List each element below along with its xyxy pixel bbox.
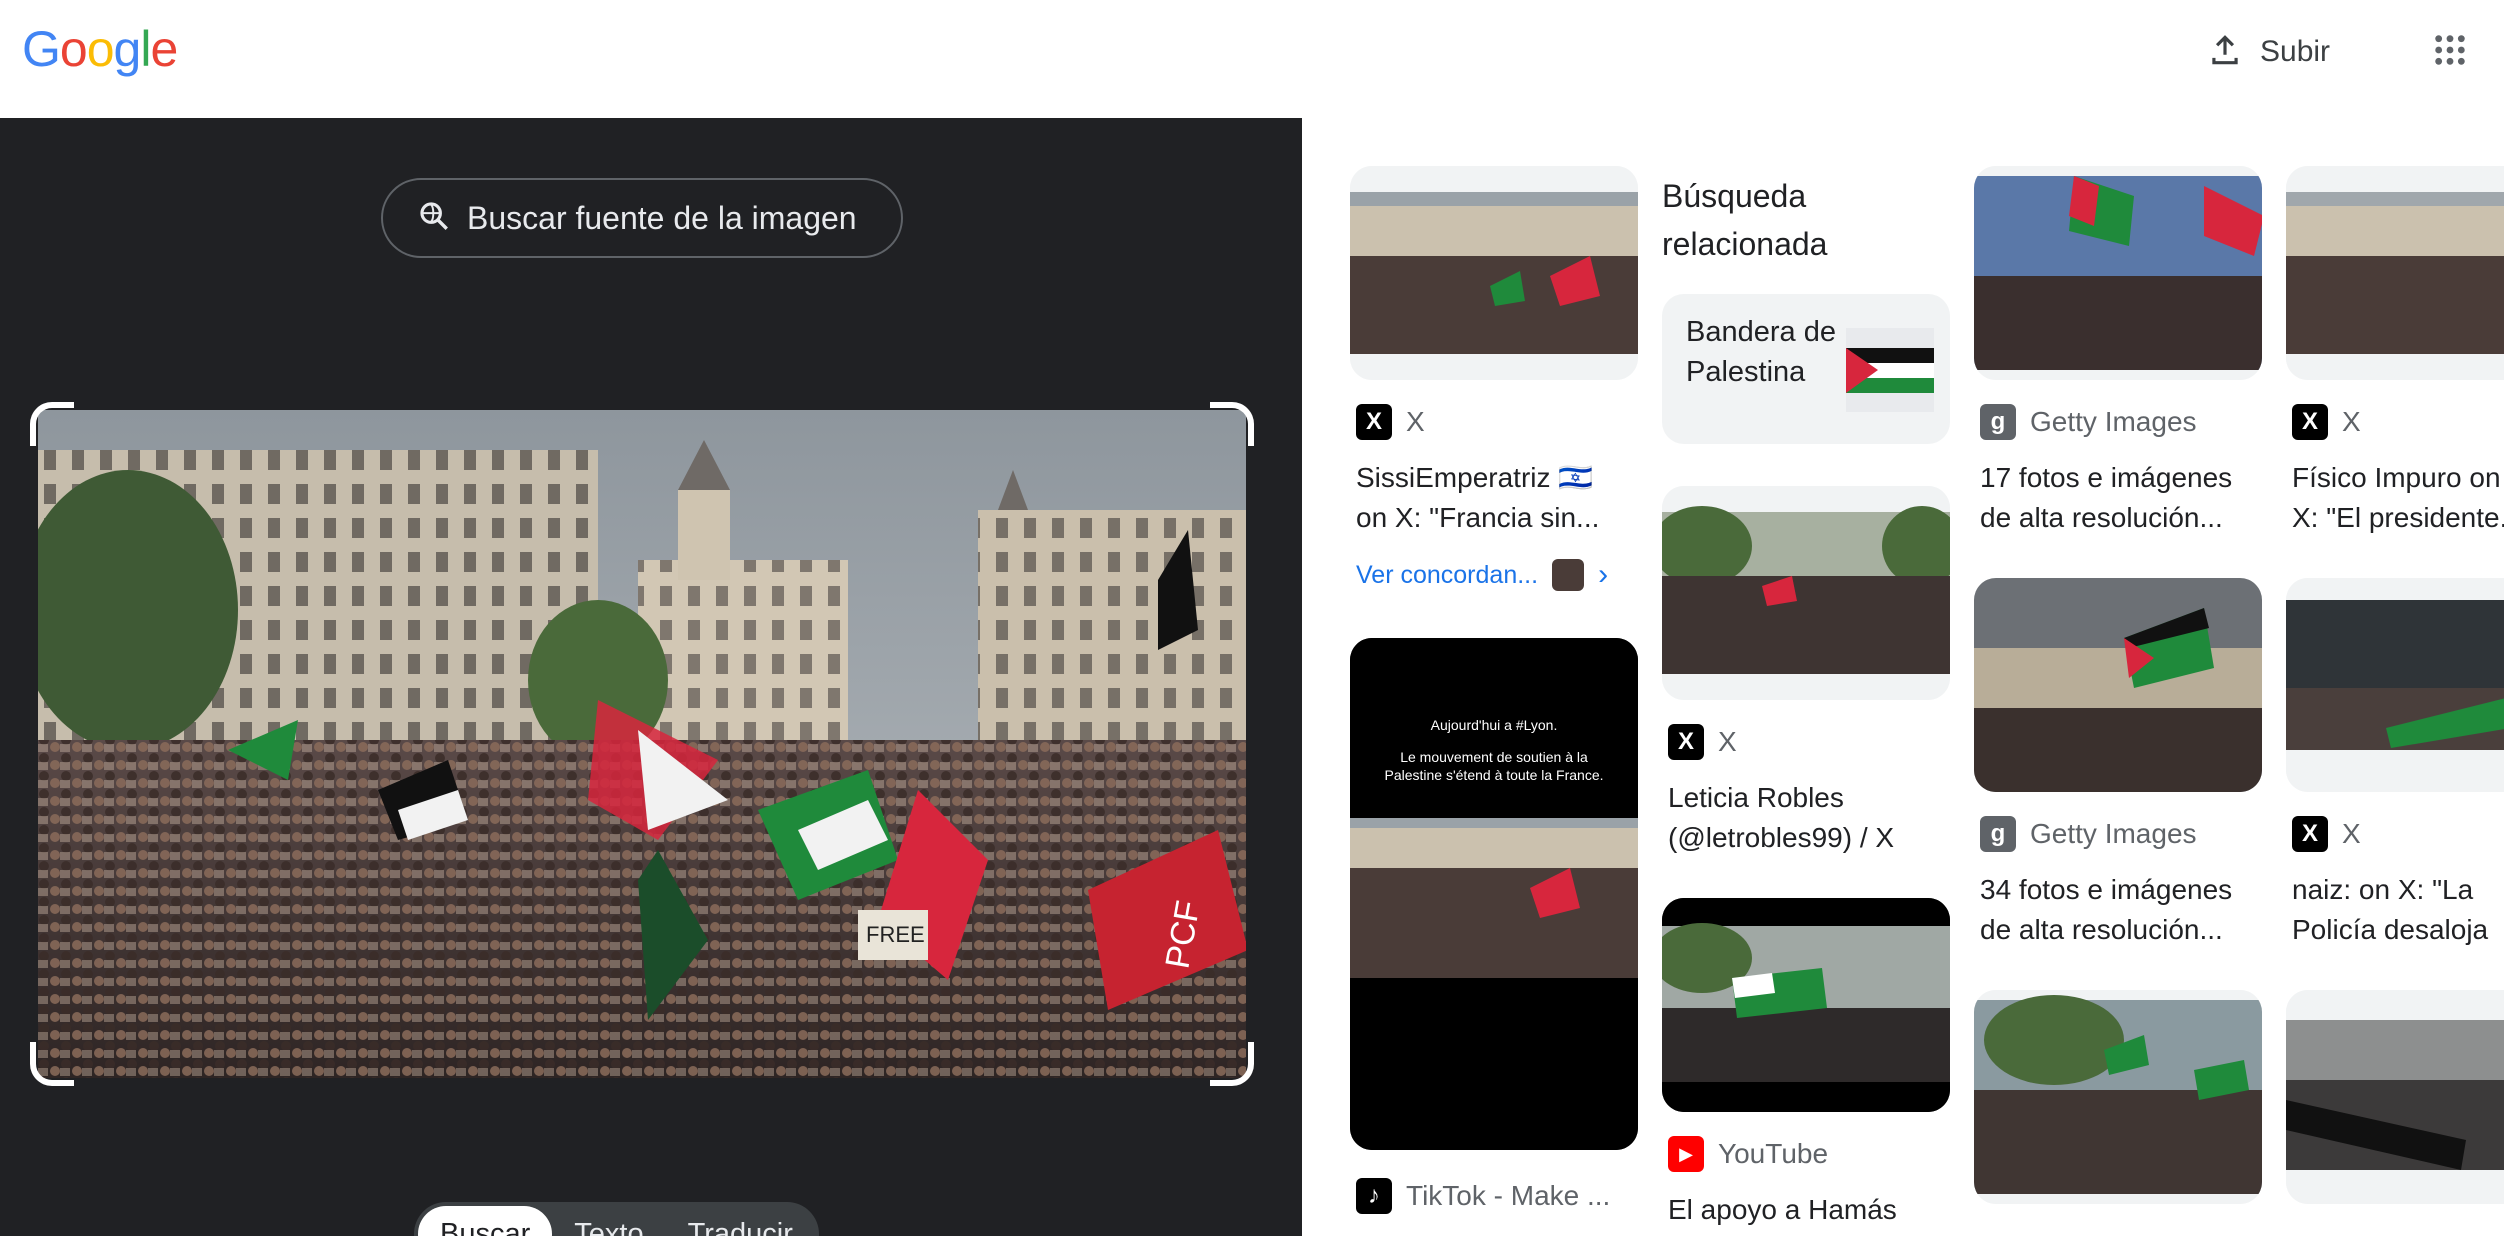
- related-search-heading: Búsqueda relacionada: [1662, 178, 1828, 262]
- result-source[interactable]: X X: [1668, 724, 1737, 760]
- result-source[interactable]: g Getty Images: [1980, 404, 2197, 440]
- upload-icon: [2206, 31, 2244, 74]
- crop-handle-top-left[interactable]: [30, 402, 74, 446]
- result-thumbnail[interactable]: [2286, 990, 2504, 1204]
- google-logo[interactable]: Google: [22, 20, 178, 78]
- palestine-flag-image: [1846, 328, 1934, 412]
- apps-button[interactable]: [2418, 20, 2482, 84]
- result-source[interactable]: g Getty Images: [1980, 816, 2197, 852]
- x-logo-icon: X: [2292, 816, 2328, 852]
- apps-grid-icon: [2433, 33, 2467, 72]
- x-logo-icon: X: [1668, 724, 1704, 760]
- related-search-chip[interactable]: Bandera de Palestina: [1662, 294, 1950, 444]
- logo-letter: e: [150, 21, 178, 77]
- tiktok-overlay-line1: Aujourd'hui a #Lyon.: [1430, 717, 1558, 733]
- result-source-label: Getty Images: [2030, 818, 2197, 849]
- find-image-source-button[interactable]: Buscar fuente de la imagen: [381, 178, 903, 258]
- photo-sign-text: FREE: [866, 922, 925, 947]
- result-source-label: X: [2342, 406, 2361, 437]
- result-source[interactable]: ♪ TikTok - Make ...: [1356, 1178, 1610, 1214]
- match-thumbnail: [1552, 559, 1585, 591]
- result-source[interactable]: X X: [1356, 404, 1425, 440]
- upload-button[interactable]: Subir: [2188, 20, 2348, 84]
- result-source-label: YouTube: [1718, 1138, 1829, 1169]
- mode-tabs: Buscar Texto Traducir: [414, 1202, 819, 1236]
- result-title[interactable]: El apoyo a Hamás: [1668, 1190, 1934, 1232]
- result-title[interactable]: 17 fotos e imágenes de alta resolución..…: [1980, 458, 2246, 538]
- logo-letter: o: [86, 21, 115, 77]
- result-source[interactable]: X X: [2292, 816, 2361, 852]
- lens-search-icon: [417, 199, 451, 238]
- result-title[interactable]: naiz: on X: "La Policía desaloja: [2292, 870, 2504, 950]
- tab-buscar[interactable]: Buscar: [418, 1206, 553, 1236]
- result-source-label: Getty Images: [2030, 406, 2197, 437]
- result-title[interactable]: 34 fotos e imágenes de alta resolución..…: [1980, 870, 2246, 950]
- x-logo-icon: X: [1356, 404, 1392, 440]
- crop-handle-bottom-left[interactable]: [30, 1042, 74, 1086]
- getty-logo-icon: g: [1980, 816, 2016, 852]
- query-image-panel: Buscar fuente de la imagen FREE PCF Busc…: [0, 118, 1302, 1236]
- result-thumbnail[interactable]: [1974, 990, 2262, 1204]
- see-matches-link[interactable]: Ver concordan... ›: [1356, 558, 1608, 592]
- related-search-label: Bandera de Palestina: [1686, 316, 1836, 388]
- tab-texto[interactable]: Texto: [552, 1206, 665, 1236]
- top-bar: Google Subir: [0, 0, 2504, 118]
- logo-letter: g: [113, 21, 142, 77]
- crop-handle-bottom-right[interactable]: [1210, 1042, 1254, 1086]
- result-thumbnail[interactable]: [1350, 166, 1638, 380]
- result-title[interactable]: SissiEmperatriz 🇮🇱 on X: "Francia sin...: [1356, 458, 1622, 538]
- tab-traducir[interactable]: Traducir: [666, 1206, 815, 1236]
- youtube-logo-icon: ▶: [1668, 1136, 1704, 1172]
- result-source[interactable]: ▶ YouTube: [1668, 1136, 1828, 1172]
- see-matches-label: Ver concordan...: [1356, 560, 1539, 589]
- logo-letter: l: [140, 21, 151, 77]
- result-source[interactable]: X X: [2292, 404, 2361, 440]
- result-thumbnail[interactable]: [1662, 486, 1950, 700]
- logo-letter: o: [59, 21, 88, 77]
- tiktok-overlay-text: Aujourd'hui a #Lyon. Le mouvement de sou…: [1370, 716, 1618, 784]
- result-source-label: X: [1406, 406, 1425, 437]
- result-source-label: X: [2342, 818, 2361, 849]
- result-title[interactable]: Leticia Robles (@letrobles99) / X: [1668, 778, 1934, 858]
- result-thumbnail[interactable]: [1974, 166, 2262, 380]
- upload-label: Subir: [2260, 35, 2331, 68]
- result-source-label: X: [1718, 726, 1737, 757]
- getty-logo-icon: g: [1980, 404, 2016, 440]
- tiktok-logo-icon: ♪: [1356, 1178, 1392, 1214]
- tiktok-overlay-line2: Le mouvement de soutien à la Palestine s…: [1384, 749, 1604, 783]
- result-title[interactable]: Físico Impuro on X: "El presidente...: [2292, 458, 2504, 538]
- result-thumbnail[interactable]: Aujourd'hui a #Lyon. Le mouvement de sou…: [1350, 638, 1638, 1150]
- chevron-right-icon: ›: [1598, 558, 1609, 591]
- result-source-label: TikTok - Make ...: [1406, 1180, 1611, 1211]
- find-image-source-label: Buscar fuente de la imagen: [467, 199, 857, 236]
- visual-matches-panel: X X SissiEmperatriz 🇮🇱 on X: "Francia si…: [1302, 118, 2504, 1236]
- query-image: FREE PCF: [38, 410, 1246, 1078]
- result-thumbnail[interactable]: [1662, 898, 1950, 1112]
- result-thumbnail[interactable]: [1974, 578, 2262, 792]
- query-image-crop[interactable]: FREE PCF: [30, 402, 1254, 1086]
- x-logo-icon: X: [2292, 404, 2328, 440]
- logo-letter: G: [22, 21, 61, 77]
- crop-handle-top-right[interactable]: [1210, 402, 1254, 446]
- result-thumbnail[interactable]: [2286, 578, 2504, 792]
- result-thumbnail[interactable]: [2286, 166, 2504, 380]
